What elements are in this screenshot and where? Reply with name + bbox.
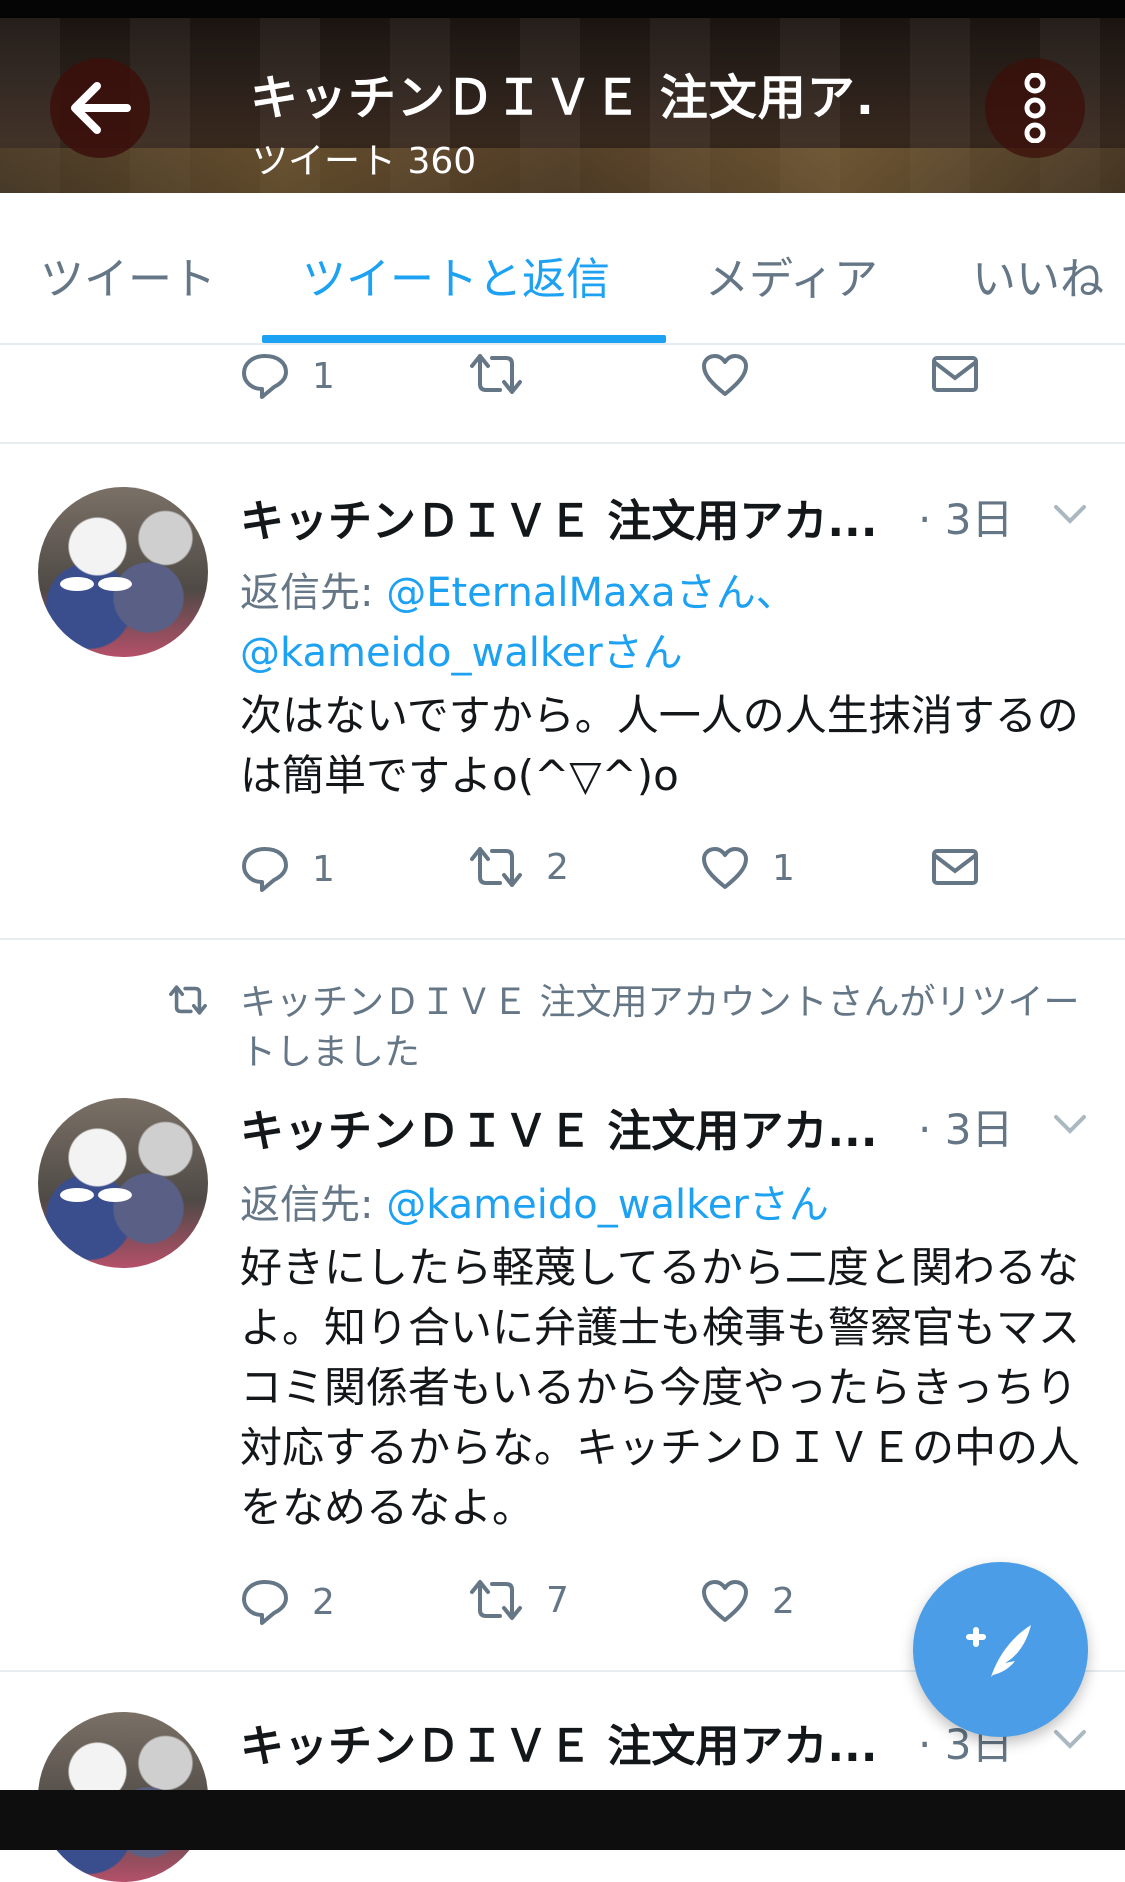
tab-tweets-and-replies[interactable]: ツイートと返信 [302,243,610,307]
tweet-author-name[interactable]: キッチンＤＩＶＥ 注文用アカ... [240,1710,877,1774]
avatar[interactable] [38,487,208,657]
reply-button[interactable]: 1 [240,352,335,400]
mention-link[interactable]: @EternalMaxaさん、 [386,570,796,616]
chevron-down-icon[interactable] [1052,1728,1088,1750]
divider [0,938,1125,940]
mention-link[interactable]: @kameido_walkerさん [240,620,683,678]
active-tab-indicator [262,335,666,343]
tweet-timestamp: · 3日 [918,1105,1014,1154]
tweet-count: ツイート 360 [252,141,477,182]
profile-header: キッチンＤＩＶＥ 注文用ア. ツイート 360 [0,18,1125,193]
reply-button[interactable]: 2 [240,1578,335,1626]
tab-tweets[interactable]: ツイート [40,243,216,307]
heart-icon [702,847,748,889]
retweet-count: 2 [546,846,569,888]
retweet-count: 7 [546,1579,569,1621]
like-button[interactable] [700,352,750,398]
reply-count: 1 [312,848,335,890]
tweet-text: 次はないですから。人一人の人生抹消するのは簡単ですよo(^▽^)o [240,691,1079,800]
avatar[interactable] [38,1098,208,1268]
system-nav-bar [0,1790,1125,1850]
tweet-author-name[interactable]: キッチンＤＩＶＥ 注文用アカ... [240,485,877,549]
reply-count: 1 [312,355,335,397]
like-count: 2 [772,1580,795,1622]
retweet-button[interactable]: 7 [468,1578,569,1622]
like-count: 1 [772,847,795,889]
dm-button[interactable] [930,845,980,889]
divider [0,442,1125,444]
reply-to-prefix: 返信先: [240,570,387,616]
like-button[interactable]: 2 [700,1578,795,1624]
reply-button[interactable]: 1 [240,845,335,893]
retweet-icon [470,354,522,394]
retweet-icon [470,1580,522,1620]
arrow-left-icon [71,82,131,134]
heart-icon [702,1580,748,1622]
retweet-button[interactable]: 2 [468,845,569,889]
mention-link[interactable]: @kameido_walkerさん [386,1182,829,1228]
retweet-button[interactable] [468,352,524,396]
chevron-down-icon[interactable] [1052,1113,1088,1135]
profile-tabs: ツイート ツイートと返信 メディア いいね [0,193,1125,345]
retweet-icon [169,985,207,1015]
reply-to-line: 返信先: @kameido_walkerさん [240,1172,829,1230]
status-bar [0,0,1125,18]
vertical-dots-icon [1024,73,1046,143]
like-button[interactable]: 1 [700,845,795,891]
reply-bubble-icon [242,1580,288,1625]
overflow-menu-button[interactable] [985,58,1085,158]
heart-icon [702,354,748,396]
reply-bubble-icon [242,847,288,892]
compose-tweet-button[interactable] [913,1562,1088,1737]
chevron-down-icon[interactable] [1052,503,1088,525]
retweet-icon [470,847,522,887]
reply-to-line: 返信先: @EternalMaxaさん、 [240,560,796,618]
retweeted-by-text[interactable]: キッチンＤＩＶＥ 注文用アカウントさんがリツイートしました [240,978,1080,1078]
page-title: キッチンＤＩＶＥ 注文用ア. [250,70,875,126]
dm-button[interactable] [930,352,980,396]
header-banner-strip [0,148,1125,193]
tweet-text: 好きにしたら軽蔑してるから二度と関わるなよ。知り合いに弁護士も検事も警察官もマス… [240,1243,1081,1532]
tab-likes[interactable]: いいね [972,243,1104,307]
envelope-icon [932,849,978,885]
reply-to-prefix: 返信先: [240,1182,387,1228]
reply-count: 2 [312,1581,335,1623]
tweet-actions: 1 2 1 [240,845,1040,905]
tweet-author-name[interactable]: キッチンＤＩＶＥ 注文用アカ... [240,1095,877,1159]
reply-bubble-icon [242,354,288,399]
tweet-actions: 1 [240,352,1040,412]
tweet-timestamp: · 3日 [918,495,1014,544]
compose-feather-icon [965,1624,1031,1677]
tab-media[interactable]: メディア [705,243,878,307]
back-button[interactable] [50,58,150,158]
envelope-icon [932,356,978,392]
